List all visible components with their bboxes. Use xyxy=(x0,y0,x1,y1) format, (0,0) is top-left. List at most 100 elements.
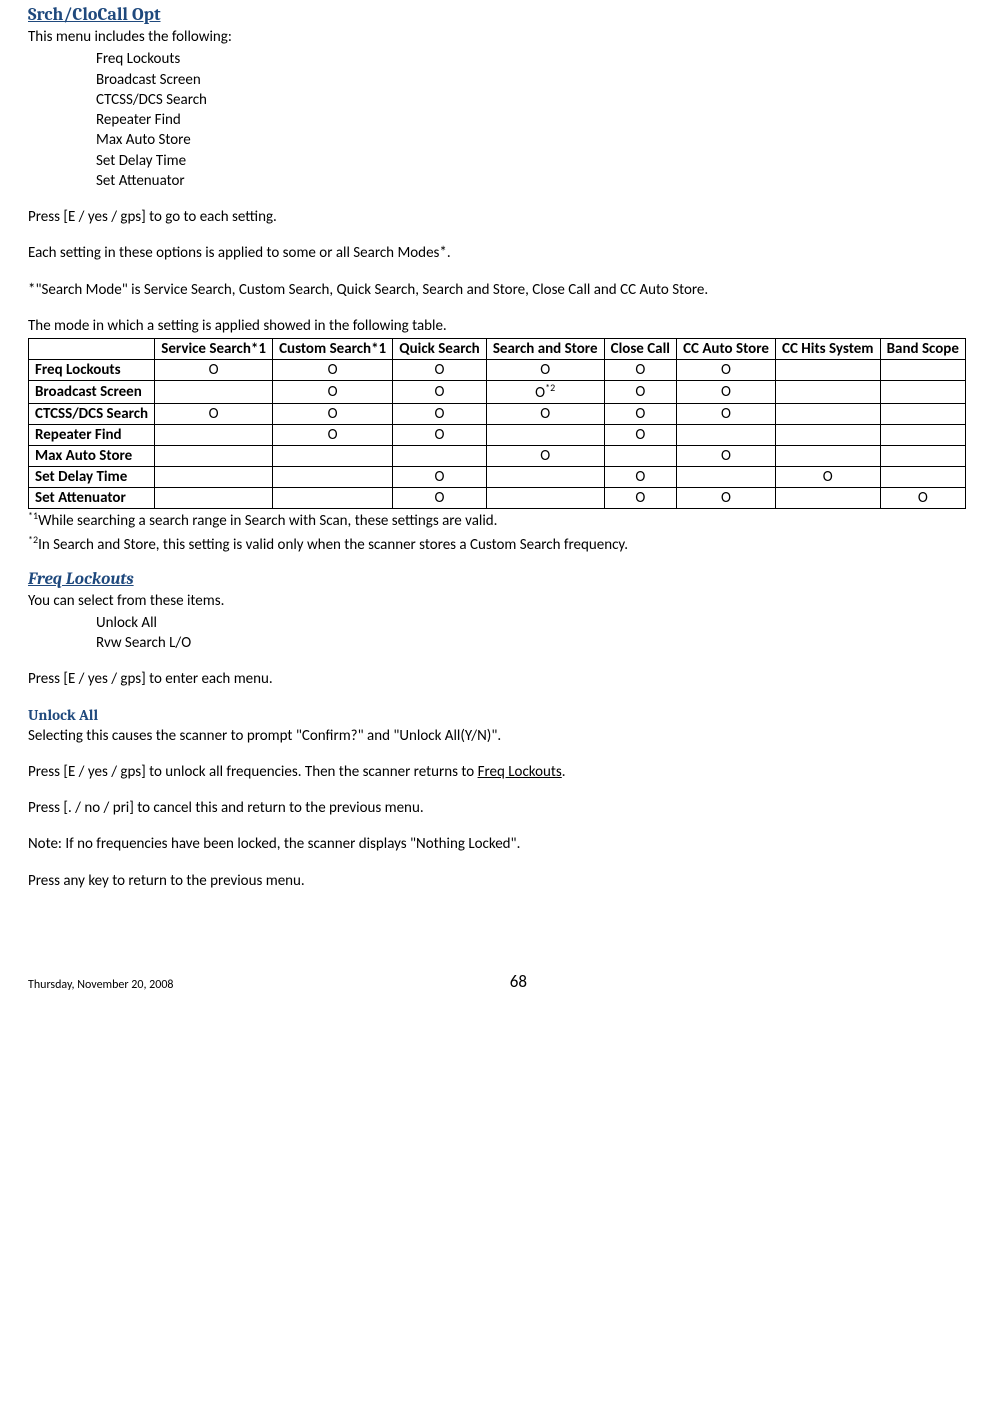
table-cell xyxy=(486,467,604,488)
table-header: Custom Search*1 xyxy=(273,339,393,360)
menu-item: Freq Lockouts xyxy=(96,49,966,69)
table-row-label: Broadcast Screen xyxy=(29,381,155,404)
table-row-label: Freq Lockouts xyxy=(29,360,155,381)
table-cell xyxy=(880,404,965,425)
subsection-heading-freq-lockouts: Freq Lockouts xyxy=(28,570,966,589)
footnote-2-text: In Search and Store, this setting is val… xyxy=(38,536,628,554)
table-cell: O xyxy=(677,360,776,381)
settings-mode-table: Service Search*1 Custom Search*1 Quick S… xyxy=(28,338,966,509)
footer-page-number: 68 xyxy=(510,971,527,992)
table-cell xyxy=(775,381,880,404)
table-row-label: CTCSS/DCS Search xyxy=(29,404,155,425)
table-cell xyxy=(273,467,393,488)
table-header: CC Auto Store xyxy=(677,339,776,360)
table-cell xyxy=(486,425,604,446)
footnote-1: *1While searching a search range in Sear… xyxy=(28,509,966,531)
table-row: Broadcast ScreenOOO*2OO xyxy=(29,381,966,404)
unlock-p4: Note: If no frequencies have been locked… xyxy=(28,834,966,854)
table-cell xyxy=(677,467,776,488)
table-cell: O xyxy=(880,488,965,509)
table-row: Set Delay Time O O O xyxy=(29,467,966,488)
table-cell: O xyxy=(393,488,487,509)
table-header-empty xyxy=(29,339,155,360)
table-cell: O xyxy=(155,360,273,381)
unlock-p3: Press [. / no / pri] to cancel this and … xyxy=(28,798,966,818)
section-heading-srch-clocall: Srch/CloCall Opt xyxy=(28,4,966,25)
table-cell xyxy=(880,360,965,381)
table-row-label: Set Delay Time xyxy=(29,467,155,488)
intro-line: This menu includes the following: xyxy=(28,27,966,47)
freq-press-instructions: Press [E / yes / gps] to enter each menu… xyxy=(28,669,966,689)
table-header: Search and Store xyxy=(486,339,604,360)
table-cell xyxy=(775,404,880,425)
table-cell: O*2 xyxy=(486,381,604,404)
table-cell xyxy=(155,467,273,488)
table-cell: O xyxy=(604,467,676,488)
table-header-row: Service Search*1 Custom Search*1 Quick S… xyxy=(29,339,966,360)
subsubsection-heading-unlock-all: Unlock All xyxy=(28,706,966,724)
freq-intro: You can select from these items. xyxy=(28,591,966,611)
unlock-p2-a: Press [E / yes / gps] to unlock all freq… xyxy=(28,763,478,781)
table-cell xyxy=(775,425,880,446)
table-row-label: Set Attenuator xyxy=(29,488,155,509)
unlock-p2-link: Freq Lockouts xyxy=(478,763,562,781)
table-cell: O xyxy=(486,360,604,381)
footer-spacer xyxy=(963,978,966,992)
footnote-2: *2In Search and Store, this setting is v… xyxy=(28,533,966,555)
press-instructions: Press [E / yes / gps] to go to each sett… xyxy=(28,207,966,227)
table-cell xyxy=(775,446,880,467)
table-cell xyxy=(880,467,965,488)
table-cell: O xyxy=(393,467,487,488)
search-mode-definition: *"Search Mode" is Service Search, Custom… xyxy=(28,280,966,300)
table-cell xyxy=(273,488,393,509)
table-row: CTCSS/DCS SearchOOOOOO xyxy=(29,404,966,425)
menu-item-list: Freq Lockouts Broadcast Screen CTCSS/DCS… xyxy=(28,49,966,191)
table-cell xyxy=(486,488,604,509)
table-cell: O xyxy=(393,381,487,404)
footnote-1-text: While searching a search range in Search… xyxy=(38,512,497,530)
table-cell: O xyxy=(677,381,776,404)
menu-item: Set Delay Time xyxy=(96,151,966,171)
menu-item: CTCSS/DCS Search xyxy=(96,90,966,110)
table-cell: O xyxy=(604,425,676,446)
table-cell: O xyxy=(393,404,487,425)
table-cell xyxy=(880,425,965,446)
table-row: Repeater FindOOO xyxy=(29,425,966,446)
table-header: Band Scope xyxy=(880,339,965,360)
menu-item: Set Attenuator xyxy=(96,171,966,191)
table-cell: O xyxy=(273,404,393,425)
table-cell: O xyxy=(604,404,676,425)
table-cell: O xyxy=(155,404,273,425)
table-cell xyxy=(604,446,676,467)
unlock-p5: Press any key to return to the previous … xyxy=(28,871,966,891)
table-cell xyxy=(677,425,776,446)
table-cell: O xyxy=(393,360,487,381)
freq-item-list: Unlock All Rvw Search L/O xyxy=(28,613,966,654)
table-cell xyxy=(155,425,273,446)
table-cell xyxy=(775,360,880,381)
freq-item: Rvw Search L/O xyxy=(96,633,966,653)
table-cell: O xyxy=(604,488,676,509)
table-cell: O xyxy=(273,360,393,381)
table-intro: The mode in which a setting is applied s… xyxy=(28,316,966,336)
table-cell xyxy=(155,488,273,509)
table-cell: O xyxy=(273,381,393,404)
table-cell: O xyxy=(775,467,880,488)
table-cell xyxy=(880,381,965,404)
table-cell: O xyxy=(604,360,676,381)
table-cell xyxy=(393,446,487,467)
table-cell xyxy=(775,488,880,509)
menu-item: Max Auto Store xyxy=(96,130,966,150)
table-cell xyxy=(155,381,273,404)
menu-item: Repeater Find xyxy=(96,110,966,130)
table-row: Set AttenuatorOOOO xyxy=(29,488,966,509)
table-cell: O xyxy=(604,381,676,404)
unlock-p2-b: . xyxy=(562,763,566,781)
footnote-1-marker: *1 xyxy=(28,509,38,522)
table-row-label: Repeater Find xyxy=(29,425,155,446)
unlock-p2: Press [E / yes / gps] to unlock all freq… xyxy=(28,762,966,782)
table-cell: O xyxy=(393,425,487,446)
table-cell: O xyxy=(486,446,604,467)
applied-paragraph: Each setting in these options is applied… xyxy=(28,243,966,263)
freq-item: Unlock All xyxy=(96,613,966,633)
